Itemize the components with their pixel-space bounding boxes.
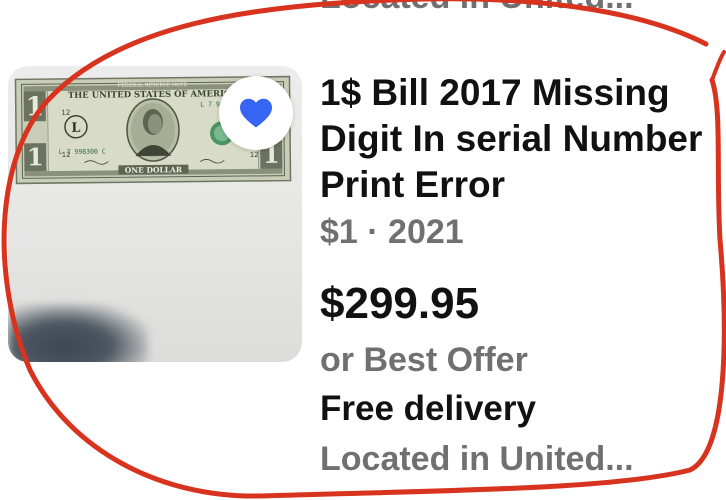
bill-serial-bottom: L 7 998300 C (59, 147, 106, 155)
bill-district-number-br: 12 (250, 151, 259, 159)
best-offer-label: or Best Offer (320, 341, 528, 379)
bill-corner-bl: 1 (27, 142, 44, 171)
bill-district-number-left: 12 (61, 109, 70, 117)
bill-district-letter: L (71, 121, 80, 136)
location-label: Located in United... (320, 440, 634, 478)
listing-subtitle: $1 · 2021 (320, 213, 464, 251)
image-shadow (8, 304, 148, 362)
watchlist-heart-button[interactable] (219, 76, 293, 150)
delivery-label: Free delivery (320, 389, 536, 428)
listing-details: 1$ Bill 2017 Missing Digit In serial Num… (320, 70, 720, 482)
bill-denomination: ONE DOLLAR (125, 165, 183, 175)
listing-title[interactable]: 1$ Bill 2017 Missing Digit In serial Num… (320, 70, 720, 208)
listing-price: $299.95 (320, 279, 480, 328)
bill-header: FEDERAL RESERVE NOTE (118, 82, 188, 89)
previous-listing-location: Located in United... (320, 0, 634, 17)
heart-icon (240, 98, 272, 128)
bill-corner-tl: 1 (26, 92, 44, 122)
